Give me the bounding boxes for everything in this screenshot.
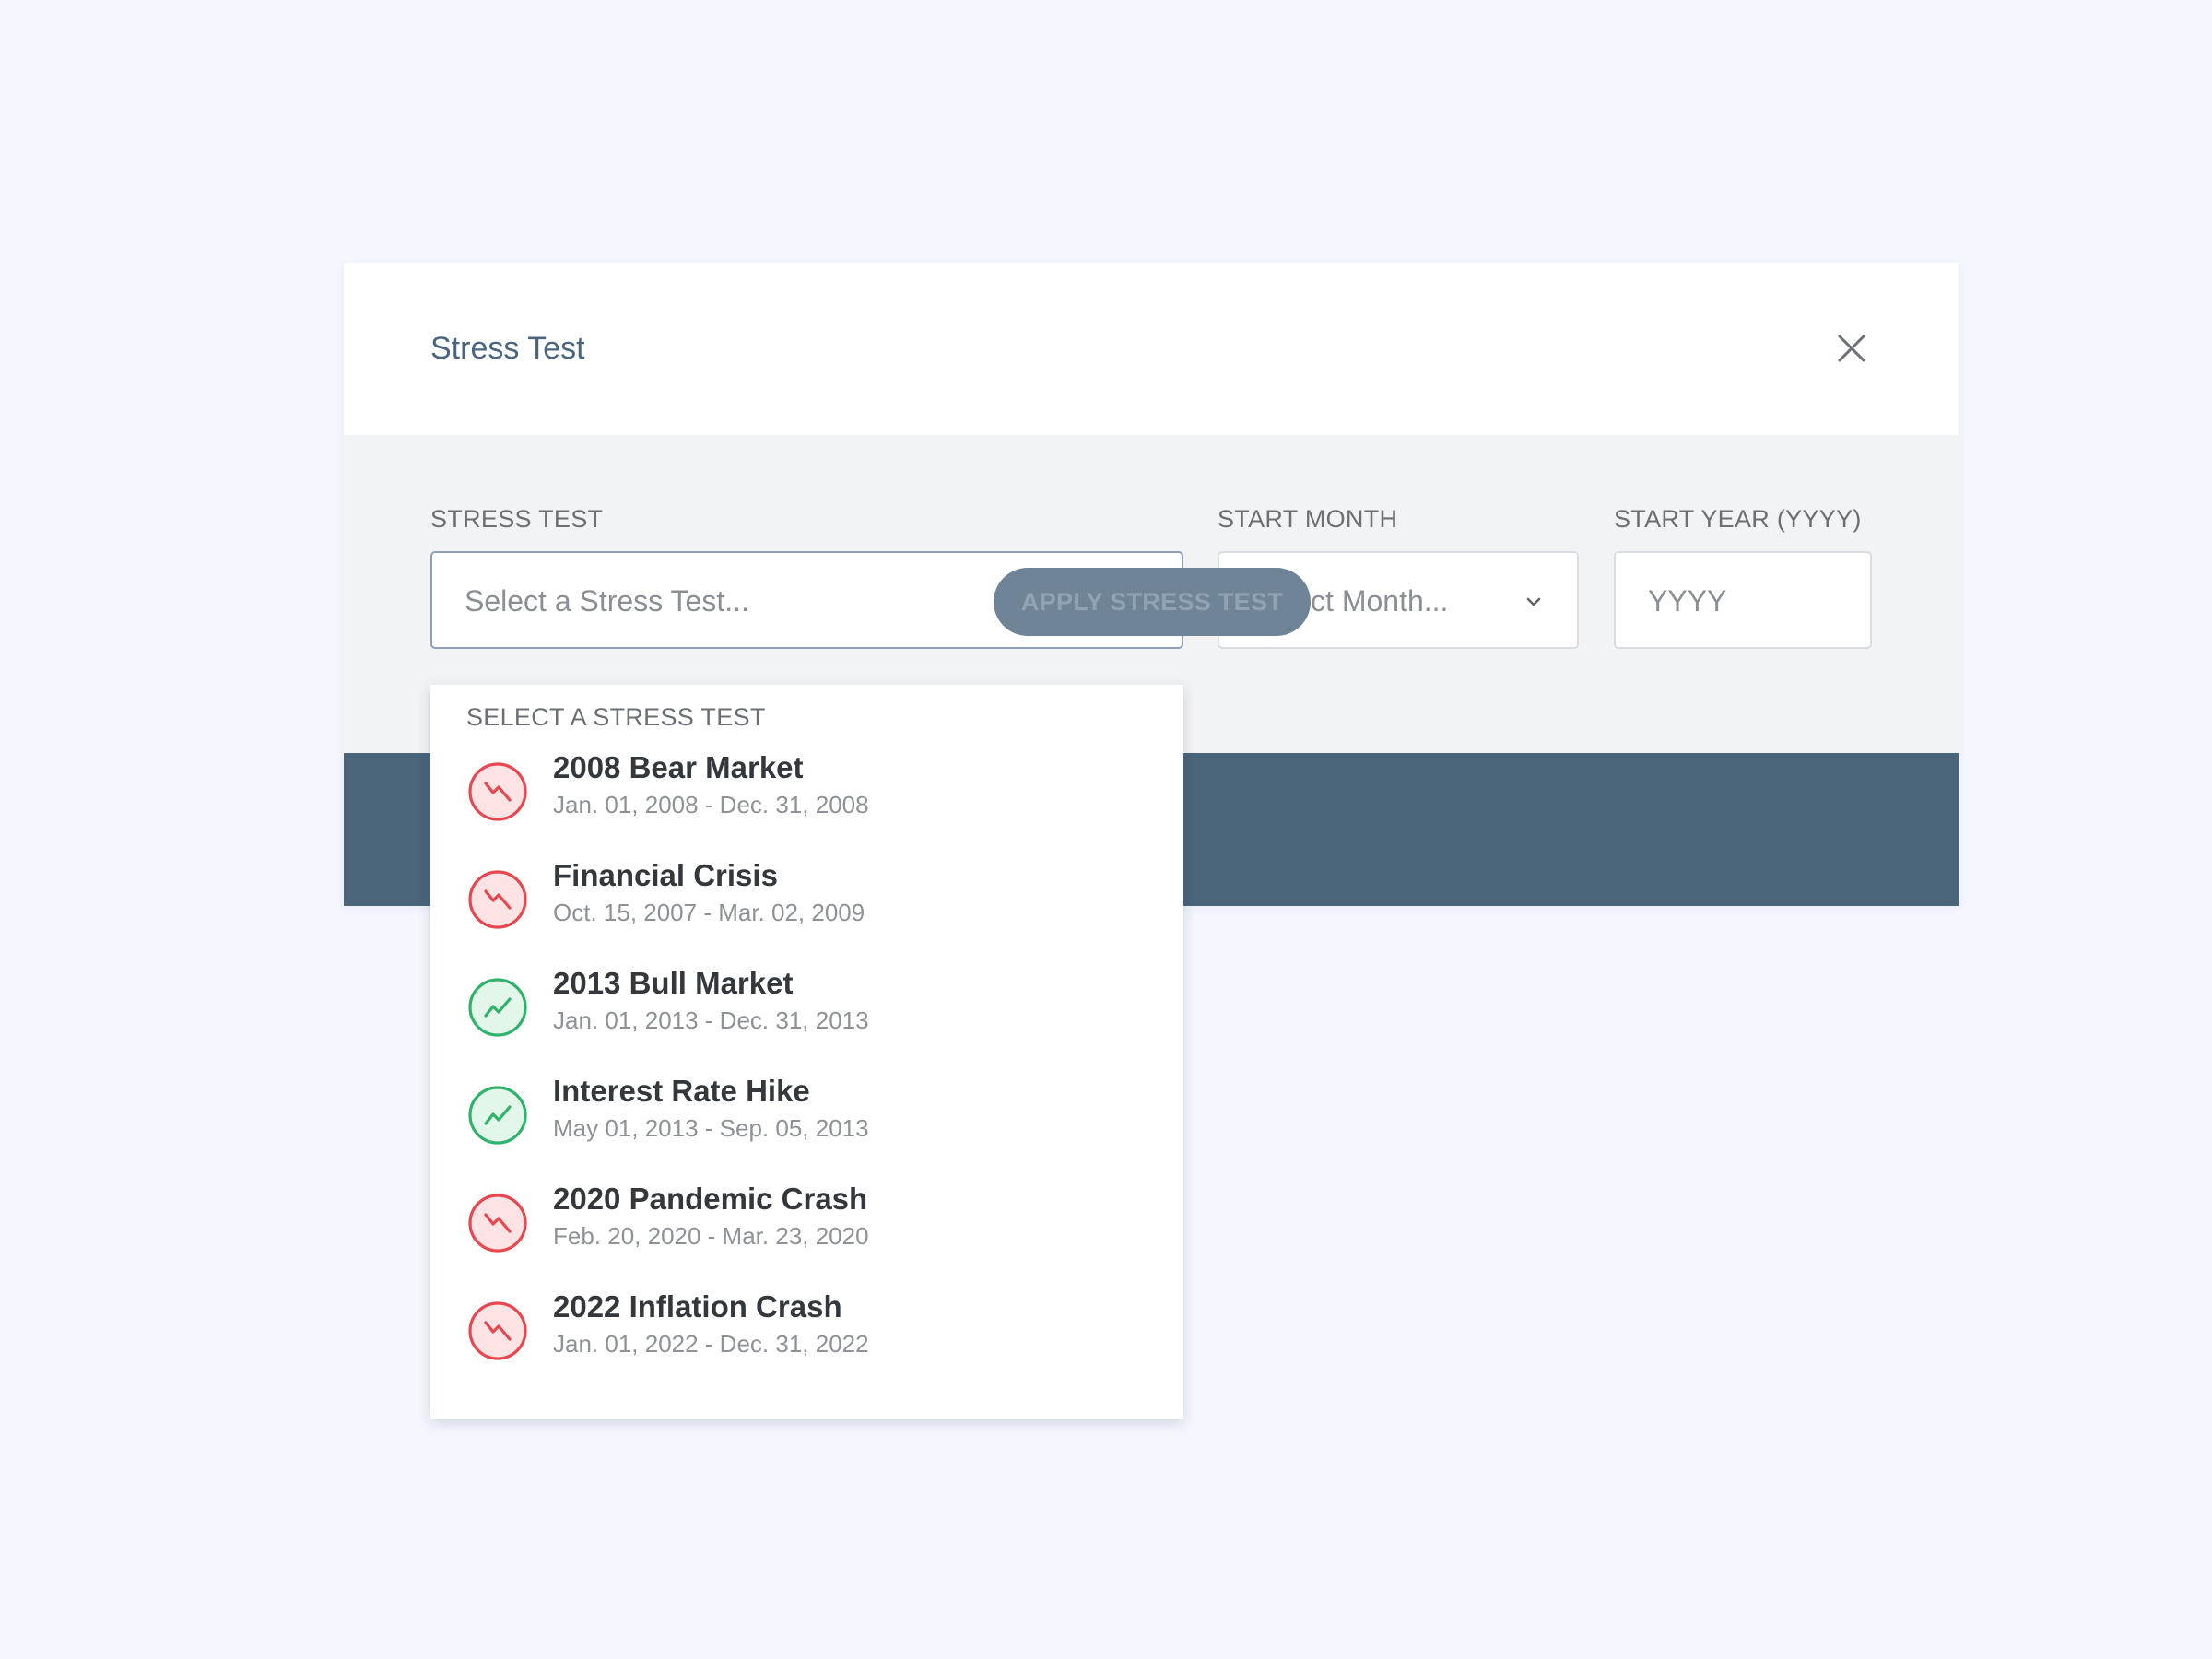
option-dates: Jan. 01, 2008 - Dec. 31, 2008 <box>553 791 869 818</box>
modal-title: Stress Test <box>430 331 585 366</box>
market-down-icon <box>468 1301 527 1360</box>
option-title: 2013 Bull Market <box>553 966 794 1000</box>
option-title: Interest Rate Hike <box>553 1074 810 1108</box>
close-icon <box>1838 335 1865 362</box>
market-up-icon <box>468 1086 527 1145</box>
option-dates: Jan. 01, 2013 - Dec. 31, 2013 <box>553 1006 869 1034</box>
stress-test-dropdown: SELECT A STRESS TEST 2008 Bear Market Ja… <box>430 685 1183 1419</box>
option-dates: Feb. 20, 2020 - Mar. 23, 2020 <box>553 1222 869 1250</box>
modal-header: Stress Test <box>344 263 1959 435</box>
stress-test-label: STRESS TEST <box>430 505 604 533</box>
chevron-down-icon <box>1526 597 1541 606</box>
apply-stress-test-button[interactable]: APPLY STRESS TEST <box>994 568 1311 636</box>
start-year-label: START YEAR (YYYY) <box>1614 505 1862 533</box>
option-dates: May 01, 2013 - Sep. 05, 2013 <box>553 1114 869 1142</box>
start-year-placeholder: YYYY <box>1648 584 1727 618</box>
market-down-icon <box>468 870 527 929</box>
market-up-icon <box>468 978 527 1037</box>
start-month-label: START MONTH <box>1218 505 1398 533</box>
stress-test-placeholder: Select a Stress Test... <box>465 584 749 618</box>
dropdown-header: SELECT A STRESS TEST <box>466 703 766 731</box>
stress-test-option[interactable]: Interest Rate Hike May 01, 2013 - Sep. 0… <box>430 1058 1183 1166</box>
option-title: 2020 Pandemic Crash <box>553 1182 868 1216</box>
stress-test-option[interactable]: 2020 Pandemic Crash Feb. 20, 2020 - Mar.… <box>430 1166 1183 1274</box>
market-down-icon <box>468 762 527 821</box>
option-dates: Oct. 15, 2007 - Mar. 02, 2009 <box>553 899 865 926</box>
close-button[interactable] <box>1830 326 1874 371</box>
stress-test-option[interactable]: 2013 Bull Market Jan. 01, 2013 - Dec. 31… <box>430 950 1183 1058</box>
option-title: 2008 Bear Market <box>553 750 804 784</box>
option-dates: Jan. 01, 2022 - Dec. 31, 2022 <box>553 1330 869 1358</box>
stress-test-option[interactable]: Financial Crisis Oct. 15, 2007 - Mar. 02… <box>430 842 1183 950</box>
stress-test-option[interactable]: 2008 Bear Market Jan. 01, 2008 - Dec. 31… <box>430 735 1183 842</box>
option-title: 2022 Inflation Crash <box>553 1289 842 1324</box>
stress-test-option[interactable]: 2022 Inflation Crash Jan. 01, 2022 - Dec… <box>430 1274 1183 1382</box>
option-title: Financial Crisis <box>553 858 778 892</box>
start-year-input[interactable]: YYYY <box>1614 551 1872 649</box>
market-down-icon <box>468 1194 527 1253</box>
